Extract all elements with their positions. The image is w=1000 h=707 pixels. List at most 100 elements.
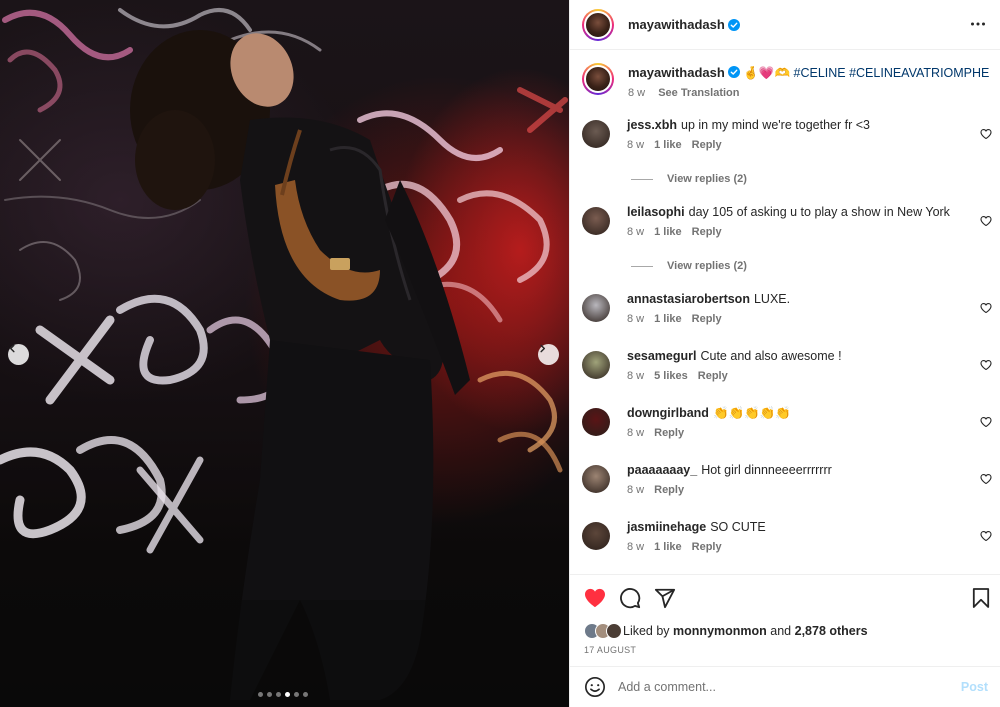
comment-time: 8 w <box>627 313 645 325</box>
carousel-dot <box>258 692 263 697</box>
next-image-button[interactable] <box>538 344 559 365</box>
more-options-icon[interactable] <box>970 16 986 35</box>
comment-likes-count[interactable]: 1 like <box>654 541 682 553</box>
comment-time: 8 w <box>627 427 645 439</box>
add-comment-bar: Post <box>570 666 1000 707</box>
post-actions: Liked by monnymonmon and 2,878 others 17… <box>570 574 1000 664</box>
comment-likes-count[interactable]: 1 like <box>654 226 682 238</box>
like-button[interactable] <box>584 588 606 611</box>
liker-avatars[interactable] <box>584 623 622 639</box>
comment-item: jasmiinehage SO CUTE 8 w 1 like Reply <box>582 519 992 553</box>
commenter-username[interactable]: paaaaaaay_ <box>627 463 697 477</box>
commenter-avatar[interactable] <box>582 120 610 148</box>
comment-time: 8 w <box>627 541 645 553</box>
comment-like-heart-icon[interactable] <box>980 302 992 317</box>
comment-text: Cute and also awesome ! <box>700 349 842 363</box>
view-replies-label: View replies (2) <box>667 173 747 185</box>
carousel-dot <box>303 692 308 697</box>
commenter-avatar[interactable] <box>582 207 610 235</box>
commenter-username[interactable]: annastasiarobertson <box>627 292 750 306</box>
post-comment-button[interactable]: Post <box>961 680 988 694</box>
see-translation-link[interactable]: See Translation <box>658 87 739 99</box>
comment-button[interactable] <box>619 587 641 612</box>
comment-like-heart-icon[interactable] <box>980 215 992 230</box>
save-button[interactable] <box>972 587 990 612</box>
commenter-username[interactable]: sesamegurl <box>627 349 696 363</box>
comment-like-heart-icon[interactable] <box>980 530 992 545</box>
comment-time: 8 w <box>627 370 645 382</box>
post-header: mayawithadash <box>570 0 1000 50</box>
reply-button[interactable]: Reply <box>692 541 722 553</box>
comment-item: annastasiarobertson LUXE. 8 w 1 like Reply <box>582 291 992 325</box>
comment-text: day 105 of asking u to play a show in Ne… <box>688 205 950 219</box>
view-replies-button[interactable]: View replies (2) <box>631 173 747 185</box>
comment-likes-count[interactable]: 1 like <box>654 139 682 151</box>
comment-text: 👏👏👏👏👏 <box>712 406 791 420</box>
comment-text: Hot girl dinnneeeerrrrrrr <box>701 463 832 477</box>
smiley-face-icon <box>585 677 605 697</box>
commenter-avatar[interactable] <box>582 408 610 436</box>
liked-by-and: and <box>770 624 792 638</box>
carousel-indicator <box>258 692 308 697</box>
carousel-dot <box>267 692 272 697</box>
commenter-username[interactable]: jess.xbh <box>627 118 677 132</box>
commenter-avatar[interactable] <box>582 522 610 550</box>
commenter-username[interactable]: leilasophi <box>627 205 685 219</box>
comment-item: leilasophi day 105 of asking u to play a … <box>582 204 992 238</box>
author-username[interactable]: mayawithadash <box>628 17 725 32</box>
liked-by-prefix: Liked by <box>623 624 670 638</box>
reply-button[interactable]: Reply <box>654 484 684 496</box>
reply-button[interactable]: Reply <box>692 313 722 325</box>
comment-text: SO CUTE <box>710 520 766 534</box>
comment-input[interactable] <box>618 680 938 694</box>
liked-by-user[interactable]: monnymonmon <box>673 624 767 638</box>
carousel-dot <box>285 692 290 697</box>
author-avatar[interactable] <box>582 8 614 41</box>
comment-text: LUXE. <box>753 292 791 306</box>
commenter-username[interactable]: downgirlband <box>627 406 709 420</box>
commenter-username[interactable]: jasmiinehage <box>627 520 706 534</box>
commenter-avatar[interactable] <box>582 465 610 493</box>
verified-badge-icon <box>727 18 740 31</box>
reply-button[interactable]: Reply <box>654 427 684 439</box>
view-replies-button[interactable]: View replies (2) <box>631 260 747 272</box>
caption-hashtags[interactable]: #CELINE #CELINEAVATRIOMPHE <box>794 66 990 80</box>
comment-item: paaaaaaay_ Hot girl dinnneeeerrrrrrr 8 w Re… <box>582 462 992 496</box>
photo-artwork <box>0 8 569 707</box>
comment-time: 8 w <box>627 139 645 151</box>
carousel-dot <box>276 692 281 697</box>
comment-item: sesamegurl Cute and also awesome ! 8 w 5 li… <box>582 348 992 382</box>
comment-text: up in my mind we're together fr <3 <box>681 118 870 132</box>
caption-avatar[interactable] <box>582 63 614 95</box>
comment-like-heart-icon[interactable] <box>980 473 992 488</box>
comment-item: downgirlband 👏👏👏👏👏 8 w Reply <box>582 405 992 439</box>
share-button[interactable] <box>654 587 676 612</box>
caption-username[interactable]: mayawithadash <box>628 65 725 80</box>
previous-image-button[interactable] <box>8 344 29 365</box>
reply-button[interactable]: Reply <box>692 139 722 151</box>
comment-likes-count[interactable]: 1 like <box>654 313 682 325</box>
comments-list[interactable]: mayawithadash 🤞💗🫶 #CELINE #CELINEAVATRIO… <box>570 51 1000 573</box>
comment-like-heart-icon[interactable] <box>980 128 992 143</box>
liked-by-others[interactable]: 2,878 others <box>795 624 868 638</box>
chevron-left-icon <box>9 344 15 353</box>
post-sidebar: mayawithadash mayawithadash 🤞💗🫶 #CELINE … <box>569 0 1000 707</box>
post-date: 17 AUGUST <box>584 645 637 655</box>
reply-button[interactable]: Reply <box>692 226 722 238</box>
comment-item: jess.xbh up in my mind we're together fr … <box>582 117 992 151</box>
comment-likes-count[interactable]: 5 likes <box>654 370 688 382</box>
commenter-avatar[interactable] <box>582 351 610 379</box>
post-photo[interactable] <box>0 0 569 707</box>
comment-like-heart-icon[interactable] <box>980 359 992 374</box>
likes-summary: Liked by monnymonmon and 2,878 others <box>584 623 868 639</box>
comment-like-heart-icon[interactable] <box>980 416 992 431</box>
heart-filled-icon <box>585 588 605 608</box>
view-replies-label: View replies (2) <box>667 260 747 272</box>
comment-time: 8 w <box>627 226 645 238</box>
reply-button[interactable]: Reply <box>698 370 728 382</box>
commenter-avatar[interactable] <box>582 294 610 322</box>
comment-time: 8 w <box>627 484 645 496</box>
chevron-right-icon <box>540 344 546 353</box>
verified-badge-icon <box>727 66 740 78</box>
emoji-picker-button[interactable] <box>584 676 606 698</box>
